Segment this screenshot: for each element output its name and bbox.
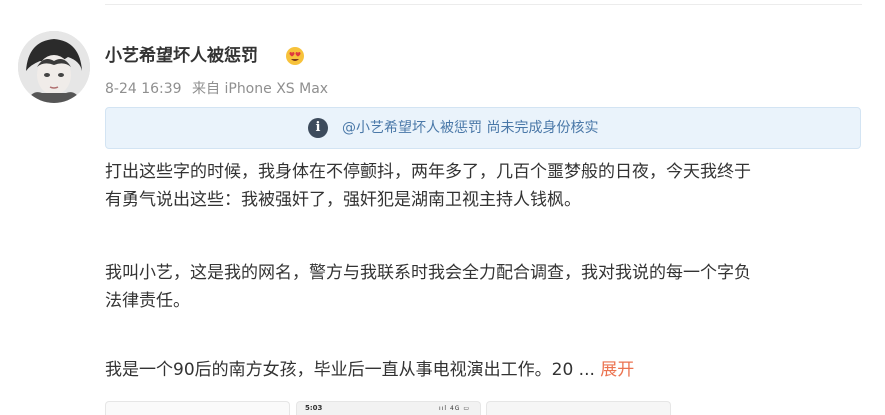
image-thumbnail-1[interactable] [105, 401, 290, 415]
heart-eyes-emoji-icon [286, 47, 304, 65]
post-timestamp[interactable]: 8-24 16:39 [105, 81, 182, 97]
thumbnail-status-icons: ııl 4G ▭ [439, 405, 470, 412]
thumbnail-status-time: 5:03 [305, 404, 323, 412]
post-meta: 8-24 16:39 来自 iPhone XS Max [105, 79, 334, 99]
post-line: 打出这些字的时候，我身体在不停颤抖，两年多了，几百个噩梦般的日夜，今天我终于 [105, 162, 751, 182]
username[interactable]: 小艺希望坏人被惩罚 [105, 44, 258, 68]
avatar-image [18, 31, 90, 103]
avatar[interactable] [18, 31, 90, 103]
identity-notice: i @小艺希望坏人被惩罚 尚未完成身份核实 [105, 107, 861, 149]
post-line: 有勇气说出这些：我被强奸了，强奸犯是湖南卫视主持人钱枫。 [105, 190, 581, 210]
image-thumbnail-3[interactable] [486, 401, 671, 415]
info-icon: i [308, 118, 328, 138]
post-paragraph-2: 我叫小艺，这是我的网名，警方与我联系时我会全力配合调查，我对我说的每一个字负 法… [105, 259, 865, 315]
post-source: 来自 iPhone XS Max [192, 81, 329, 97]
post-paragraph-1: 打出这些字的时候，我身体在不停颤抖，两年多了，几百个噩梦般的日夜，今天我终于 有… [105, 158, 865, 214]
expand-link[interactable]: 展开 [600, 360, 634, 380]
top-divider [105, 4, 862, 5]
post-line: 法律责任。 [105, 291, 190, 311]
post-line: 我是一个90后的南方女孩，毕业后一直从事电视演出工作。20 [105, 360, 574, 380]
post-line: 我叫小艺，这是我的网名，警方与我联系时我会全力配合调查，我对我说的每一个字负 [105, 263, 751, 283]
post-paragraph-3: 我是一个90后的南方女孩，毕业后一直从事电视演出工作。20 ... 展开 [105, 356, 865, 384]
image-thumbnail-2[interactable]: 5:03 ııl 4G ▭ [296, 401, 481, 415]
ellipsis: ... [578, 360, 595, 380]
notice-text: @小艺希望坏人被惩罚 尚未完成身份核实 [342, 120, 599, 136]
